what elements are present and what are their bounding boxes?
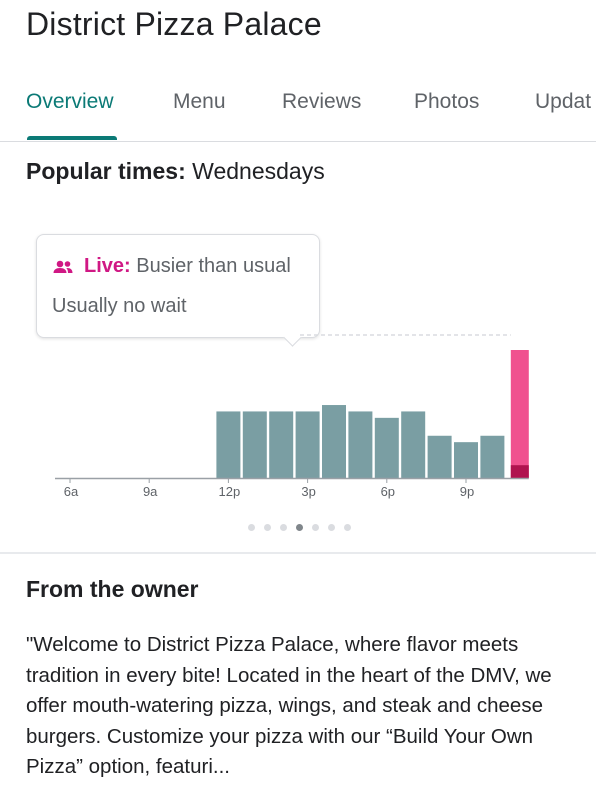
- live-bar: [510, 350, 529, 478]
- x-tick-label-12p: 12p: [219, 484, 241, 499]
- live-tooltip: Live: Busier than usual Usually no wait: [36, 234, 320, 338]
- wait-time-text: Usually no wait: [52, 295, 187, 317]
- live-status-row: Live: Busier than usual: [52, 255, 291, 280]
- tab-menu[interactable]: Menu: [173, 90, 226, 114]
- bar-3p: [295, 411, 320, 478]
- owner-heading: From the owner: [26, 576, 199, 602]
- pager-dot[interactable]: [264, 524, 271, 531]
- tab-overview[interactable]: Overview: [26, 90, 114, 114]
- bar-12p: [216, 411, 241, 478]
- tabs-divider: [0, 141, 596, 142]
- x-tick-label-3p: 3p: [301, 484, 315, 499]
- pager-dot[interactable]: [280, 524, 287, 531]
- live-status-text: Busier than usual: [136, 255, 291, 277]
- tab-photos[interactable]: Photos: [414, 90, 479, 114]
- bar-4p: [322, 405, 346, 478]
- bar-9p: [454, 442, 478, 478]
- active-tab-indicator: [27, 136, 117, 140]
- popular-times-chart: 6a 9a 12p 3p 6p 9p: [55, 334, 529, 499]
- place-title: District Pizza Palace: [26, 6, 322, 42]
- tab-bar: Overview Menu Reviews Photos Updat: [0, 78, 596, 142]
- bar-7p: [401, 411, 426, 478]
- x-tick-label-6a: 6a: [64, 484, 79, 499]
- bar-8p: [427, 435, 452, 478]
- section-divider: [0, 552, 596, 554]
- day-pager-dots[interactable]: [248, 518, 360, 531]
- pager-dot[interactable]: [312, 524, 319, 531]
- popular-times-heading: Popular times: Wednesdays: [26, 158, 325, 185]
- pager-dot[interactable]: [296, 524, 303, 531]
- live-usual-bar: [510, 465, 529, 478]
- x-tick-label-9a: 9a: [143, 484, 158, 499]
- bar-10p: [480, 435, 505, 478]
- x-tick-label-6p: 6p: [381, 484, 395, 499]
- bar-5p: [348, 411, 373, 478]
- owner-description[interactable]: "Welcome to District Pizza Palace, where…: [26, 630, 582, 783]
- tab-updates[interactable]: Updat: [535, 90, 591, 114]
- bar-1p: [242, 411, 267, 478]
- x-tick-label-9p: 9p: [460, 484, 474, 499]
- popular-times-label: Popular times:: [26, 158, 186, 184]
- bar-6p: [374, 417, 399, 478]
- live-label: Live:: [84, 255, 131, 277]
- pager-dot[interactable]: [344, 524, 351, 531]
- tab-reviews[interactable]: Reviews: [282, 90, 361, 114]
- popular-times-day[interactable]: Wednesdays: [192, 158, 325, 184]
- pager-dot[interactable]: [248, 524, 255, 531]
- pager-dot[interactable]: [328, 524, 335, 531]
- people-icon: [52, 257, 74, 280]
- bar-2p: [269, 411, 294, 478]
